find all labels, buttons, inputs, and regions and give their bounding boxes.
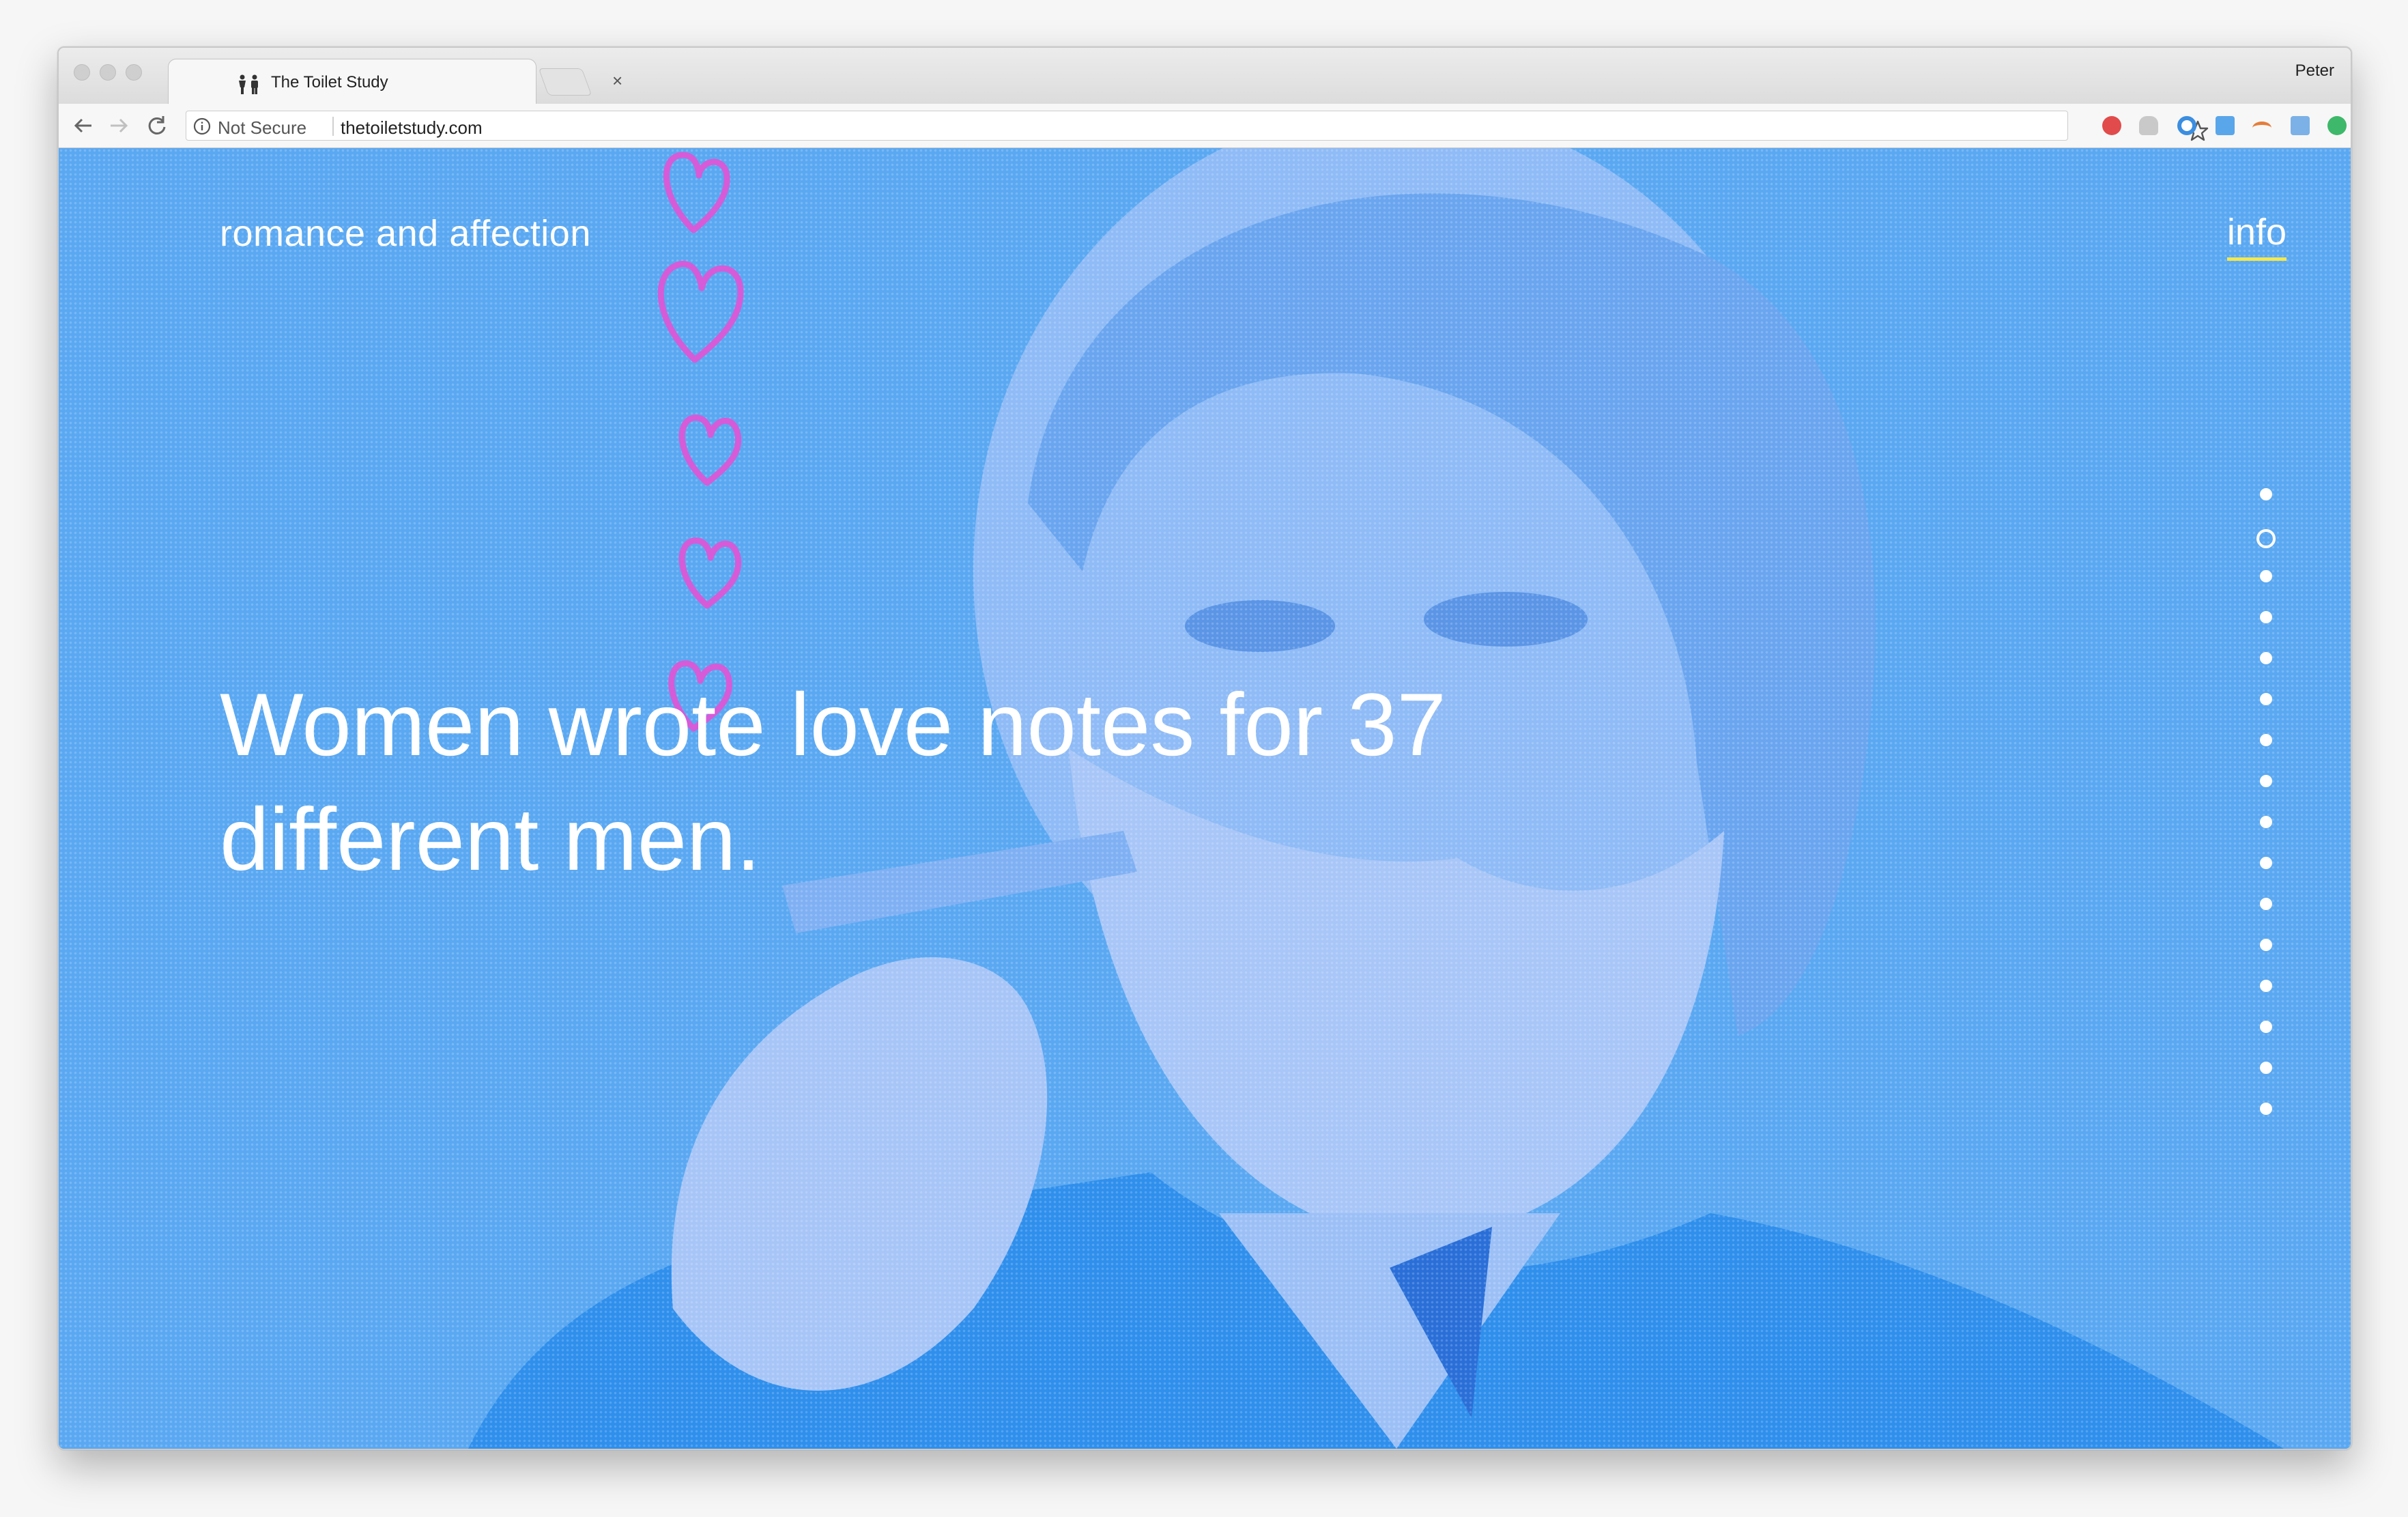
leaf-icon[interactable] — [2327, 116, 2347, 135]
back-arrow-icon[interactable] — [71, 113, 96, 138]
info-link[interactable]: info — [2226, 211, 2287, 261]
tab-close-icon[interactable]: × — [612, 70, 622, 91]
browser-window: The Toilet Study × Peter Not Secure thet… — [57, 46, 2352, 1450]
pagination-dot[interactable] — [2260, 816, 2272, 828]
pagination-dot[interactable] — [2260, 570, 2272, 582]
headline: Women wrote love notes for 37 different … — [220, 675, 1446, 889]
close-window-button[interactable] — [74, 64, 90, 81]
pagination-dot[interactable] — [2260, 734, 2272, 746]
pagination-dot[interactable] — [2260, 980, 2272, 992]
pagination-dot[interactable] — [2260, 488, 2272, 500]
restroom-icon — [239, 74, 258, 94]
address-bar[interactable]: Not Secure thetoiletstudy.com — [186, 111, 2209, 141]
maximize-window-button[interactable] — [126, 64, 142, 81]
browser-tab[interactable]: The Toilet Study × — [168, 59, 622, 104]
url-text[interactable]: thetoiletstudy.com — [341, 117, 483, 139]
tab-title: The Toilet Study — [271, 73, 388, 91]
tab-strip: The Toilet Study × Peter — [59, 48, 2351, 104]
minimize-window-button[interactable] — [100, 64, 116, 81]
page-content: romance and affection info Women wrote l… — [59, 148, 2351, 1449]
pagination-dot[interactable] — [2260, 652, 2272, 664]
pagination-dot[interactable] — [2260, 611, 2272, 623]
pagination-dot[interactable] — [2260, 1021, 2272, 1033]
pagination-dot[interactable] — [2260, 898, 2272, 910]
browser-toolbar: Not Secure thetoiletstudy.com — [59, 104, 2351, 148]
pagination-dot[interactable] — [2260, 693, 2272, 705]
pagination-dot[interactable] — [2256, 529, 2276, 548]
forward-arrow-icon[interactable] — [106, 113, 131, 138]
info-icon[interactable] — [193, 117, 211, 135]
security-label[interactable]: Not Secure — [218, 117, 306, 139]
address-separator — [332, 117, 334, 136]
cloud-icon[interactable] — [2139, 116, 2158, 135]
profile-name[interactable]: Peter — [2295, 61, 2334, 81]
pagination-dot[interactable] — [2260, 939, 2272, 951]
rainbow-icon[interactable] — [2252, 122, 2271, 134]
pagination-dot[interactable] — [2260, 1103, 2272, 1115]
pagination-dot[interactable] — [2260, 857, 2272, 869]
pinterest-icon[interactable] — [2102, 116, 2121, 135]
pagination-dot[interactable] — [2260, 1062, 2272, 1074]
new-tab-button[interactable] — [538, 68, 592, 96]
pagination-dot[interactable] — [2260, 775, 2272, 787]
reload-icon[interactable] — [145, 113, 169, 138]
calendar-icon[interactable] — [2291, 116, 2310, 135]
circle-extension-icon[interactable] — [2177, 116, 2196, 135]
bookmark-b-icon[interactable] — [2216, 116, 2235, 135]
section-label: romance and affection — [220, 213, 591, 254]
